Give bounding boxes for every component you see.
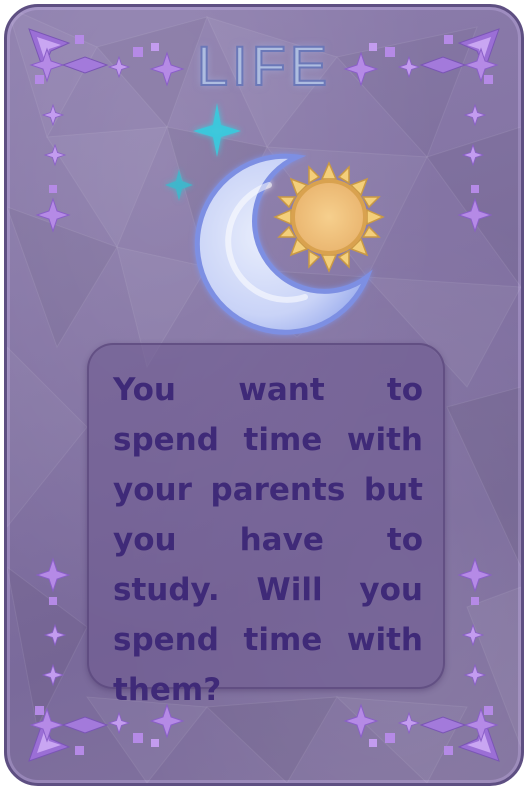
game-card[interactable]: LIFE You want to spend time with your pa… xyxy=(4,4,524,786)
card-category-title: LIFE xyxy=(196,33,332,98)
question-panel: You want to spend time with your parents… xyxy=(87,343,445,708)
card-question-text: You want to spend time with your parents… xyxy=(113,372,423,708)
sparkle-star-icon xyxy=(193,103,241,157)
sparkle-star-icon-small xyxy=(165,169,193,201)
moon-sun-emblem xyxy=(165,103,385,335)
sun-icon xyxy=(273,161,385,273)
